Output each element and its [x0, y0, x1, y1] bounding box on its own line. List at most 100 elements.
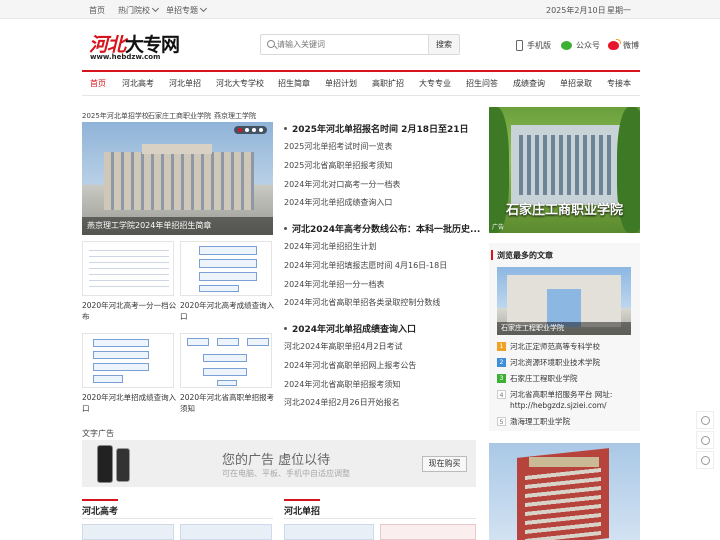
top-link-home[interactable]: 首页: [89, 5, 105, 16]
ad-banner[interactable]: 您的广告 虚位以待 可在电脑、平板、手机中自适应调整 现在购买: [82, 440, 476, 487]
nav-item-hebei-gaokao[interactable]: 河北高考: [122, 78, 154, 89]
nav-item-majors[interactable]: 大专专业: [419, 78, 451, 89]
weibo-link[interactable]: 微博: [608, 39, 639, 51]
float-weibo-button[interactable]: [696, 451, 714, 469]
tag-link[interactable]: 石家庄工商职业学院: [148, 111, 211, 121]
buy-now-button[interactable]: 现在购买: [422, 456, 467, 472]
nav-item-brochure[interactable]: 招生简章: [278, 78, 310, 89]
nav-item-qa[interactable]: 招生问答: [466, 78, 498, 89]
news-item[interactable]: 2024年河北单招成绩查询入口: [284, 197, 392, 208]
most-viewed-image[interactable]: 石家庄工程职业学院: [497, 267, 631, 335]
top-date: 2025年2月10日: [546, 6, 606, 15]
news-item[interactable]: 2024年河北单招招生计划: [284, 241, 376, 252]
news-item[interactable]: 2025河北省高职单招报考须知: [284, 160, 392, 171]
wechat-link[interactable]: 公众号: [561, 40, 600, 51]
rank-text: 石家庄工程职业学院: [510, 374, 578, 383]
rank-text: 河北资源环境职业技术学院: [510, 358, 600, 367]
search-button[interactable]: 搜索: [428, 35, 459, 54]
nav-item-scores[interactable]: 成绩查询: [513, 78, 545, 89]
thumb-image-4[interactable]: [180, 333, 272, 388]
news-headline-text: 2025年河北单招报名时间 2月18日至21日: [292, 125, 469, 135]
top-menu-special-label: 单招专题: [166, 6, 198, 15]
section-thumb[interactable]: [82, 524, 174, 540]
most-viewed-title: 浏览最多的文章: [491, 250, 553, 260]
thumb-image-3[interactable]: [82, 333, 174, 388]
bullet-icon: [284, 227, 287, 230]
slider-dot[interactable]: [238, 128, 242, 132]
weibo-icon: [701, 456, 710, 465]
thumb-caption-1[interactable]: 2020年河北高考一分一档公布: [82, 300, 177, 322]
right-banner-ad-2[interactable]: [489, 443, 640, 540]
rank-item[interactable]: 3 石家庄工程职业学院: [497, 373, 637, 384]
top-menu-hot-schools[interactable]: 热门院校: [118, 4, 160, 16]
weibo-icon: [608, 39, 621, 50]
news-item[interactable]: 河北2024单招2月26日开始报名: [284, 397, 400, 408]
news-headline[interactable]: 2025年河北单招报名时间 2月18日至21日: [284, 122, 469, 135]
nav-item-hebei-colleges[interactable]: 河北大专学校: [216, 78, 264, 89]
rank-item[interactable]: 4 河北省高职单招服务平台 网址: http://hebgzdz.sjziei.c…: [497, 389, 637, 411]
right-banner-title: 石家庄工商职业学院: [505, 203, 623, 218]
float-phone-button[interactable]: [696, 411, 714, 429]
news-item[interactable]: 河北2024年高职单招4月2日考试: [284, 341, 403, 352]
thumb-caption-3[interactable]: 2020年河北单招成绩查询入口: [82, 392, 177, 414]
rank-text: 河北正定师范高等专科学校: [510, 342, 600, 351]
slider-dot[interactable]: [252, 128, 256, 132]
search-box: 搜索: [260, 34, 460, 55]
right-banner-ad[interactable]: 石家庄工商职业学院 广告: [489, 107, 640, 233]
chevron-down-icon: [199, 4, 208, 13]
section-thumb[interactable]: [380, 524, 476, 540]
thumb-caption-4[interactable]: 2020年河北省高职单招报考须知: [180, 392, 275, 414]
nav-item-home[interactable]: 首页: [90, 78, 106, 89]
section-thumb[interactable]: [284, 524, 374, 540]
wechat-link-label: 公众号: [576, 41, 600, 50]
site-logo[interactable]: 河北大专网 www.hebdzw.com: [89, 30, 184, 62]
news-headline[interactable]: 2024年河北单招成绩查询入口: [284, 322, 416, 335]
section-title[interactable]: 河北单招: [284, 504, 320, 517]
top-menu-special[interactable]: 单招专题: [166, 4, 208, 16]
mobile-link-label: 手机版: [527, 41, 551, 50]
rank-number: 5: [497, 417, 506, 426]
main-nav: 首页 河北高考 河北单招 河北大专学校 招生简章 单招计划 高职扩招 大专专业 …: [82, 70, 640, 96]
nav-item-zhuanjieben[interactable]: 专接本: [607, 78, 631, 89]
thumb-caption-2[interactable]: 2020年河北高考成绩查询入口: [180, 300, 275, 322]
nav-item-expansion[interactable]: 高职扩招: [372, 78, 404, 89]
thumb-image-2[interactable]: [180, 241, 272, 296]
search-input[interactable]: [277, 37, 427, 52]
rank-item[interactable]: 1 河北正定师范高等专科学校: [497, 341, 637, 352]
news-item[interactable]: 2025河北单招考试时间一览表: [284, 141, 392, 152]
mobile-link[interactable]: 手机版: [516, 40, 551, 51]
tag-link[interactable]: 2025年河北单招学校: [82, 111, 149, 121]
slide-building: [104, 152, 254, 210]
rank-item[interactable]: 5 渤海理工职业学院: [497, 416, 637, 427]
news-item[interactable]: 2024年河北省高职单招各类录取控制分数线: [284, 297, 440, 308]
slider-dot[interactable]: [245, 128, 249, 132]
float-wechat-button[interactable]: [696, 431, 714, 449]
section-title[interactable]: 河北高考: [82, 504, 118, 517]
news-item[interactable]: 2024年河北单招一分一档表: [284, 279, 384, 290]
slide-caption[interactable]: 燕京理工学院2024年单招招生简章: [82, 217, 273, 235]
news-item[interactable]: 2024年河北省高职单招网上报考公告: [284, 360, 416, 371]
news-headline[interactable]: 河北2024年高考分数线公布：本科一批历史...: [284, 222, 480, 235]
bullet-icon: [284, 127, 287, 130]
nav-item-danzhao-plan[interactable]: 单招计划: [325, 78, 357, 89]
weibo-link-label: 微博: [623, 41, 639, 50]
ad-title: 您的广告 虚位以待: [222, 453, 331, 468]
slider-dot[interactable]: [259, 128, 263, 132]
image-slider[interactable]: 燕京理工学院2024年单招招生简章: [82, 122, 273, 235]
rank-item[interactable]: 2 河北资源环境职业技术学院: [497, 357, 637, 368]
ad-subtitle: 可在电脑、平板、手机中自适应调整: [222, 469, 350, 478]
banner-sign: [529, 457, 599, 467]
news-item[interactable]: 2024年河北对口高考一分一档表: [284, 179, 400, 190]
rank-text: 河北省高职单招服务平台 网址: http://hebgzdz.sjziei.co…: [510, 390, 613, 410]
thumb-image-1[interactable]: [82, 241, 174, 296]
news-item[interactable]: 2024年河北省高职单招报考须知: [284, 379, 400, 390]
nav-item-admission[interactable]: 单招录取: [560, 78, 592, 89]
nav-item-hebei-danzhao[interactable]: 河北单招: [169, 78, 201, 89]
section-thumb[interactable]: [180, 524, 272, 540]
news-item[interactable]: 2024年河北单招填报志愿时间 4月16日-18日: [284, 260, 447, 271]
rank-text: 渤海理工职业学院: [510, 417, 570, 426]
bullet-icon: [284, 327, 287, 330]
top-weekday: 星期一: [607, 6, 631, 15]
search-icon: [267, 40, 275, 48]
tag-link[interactable]: 燕京理工学院: [214, 111, 256, 121]
